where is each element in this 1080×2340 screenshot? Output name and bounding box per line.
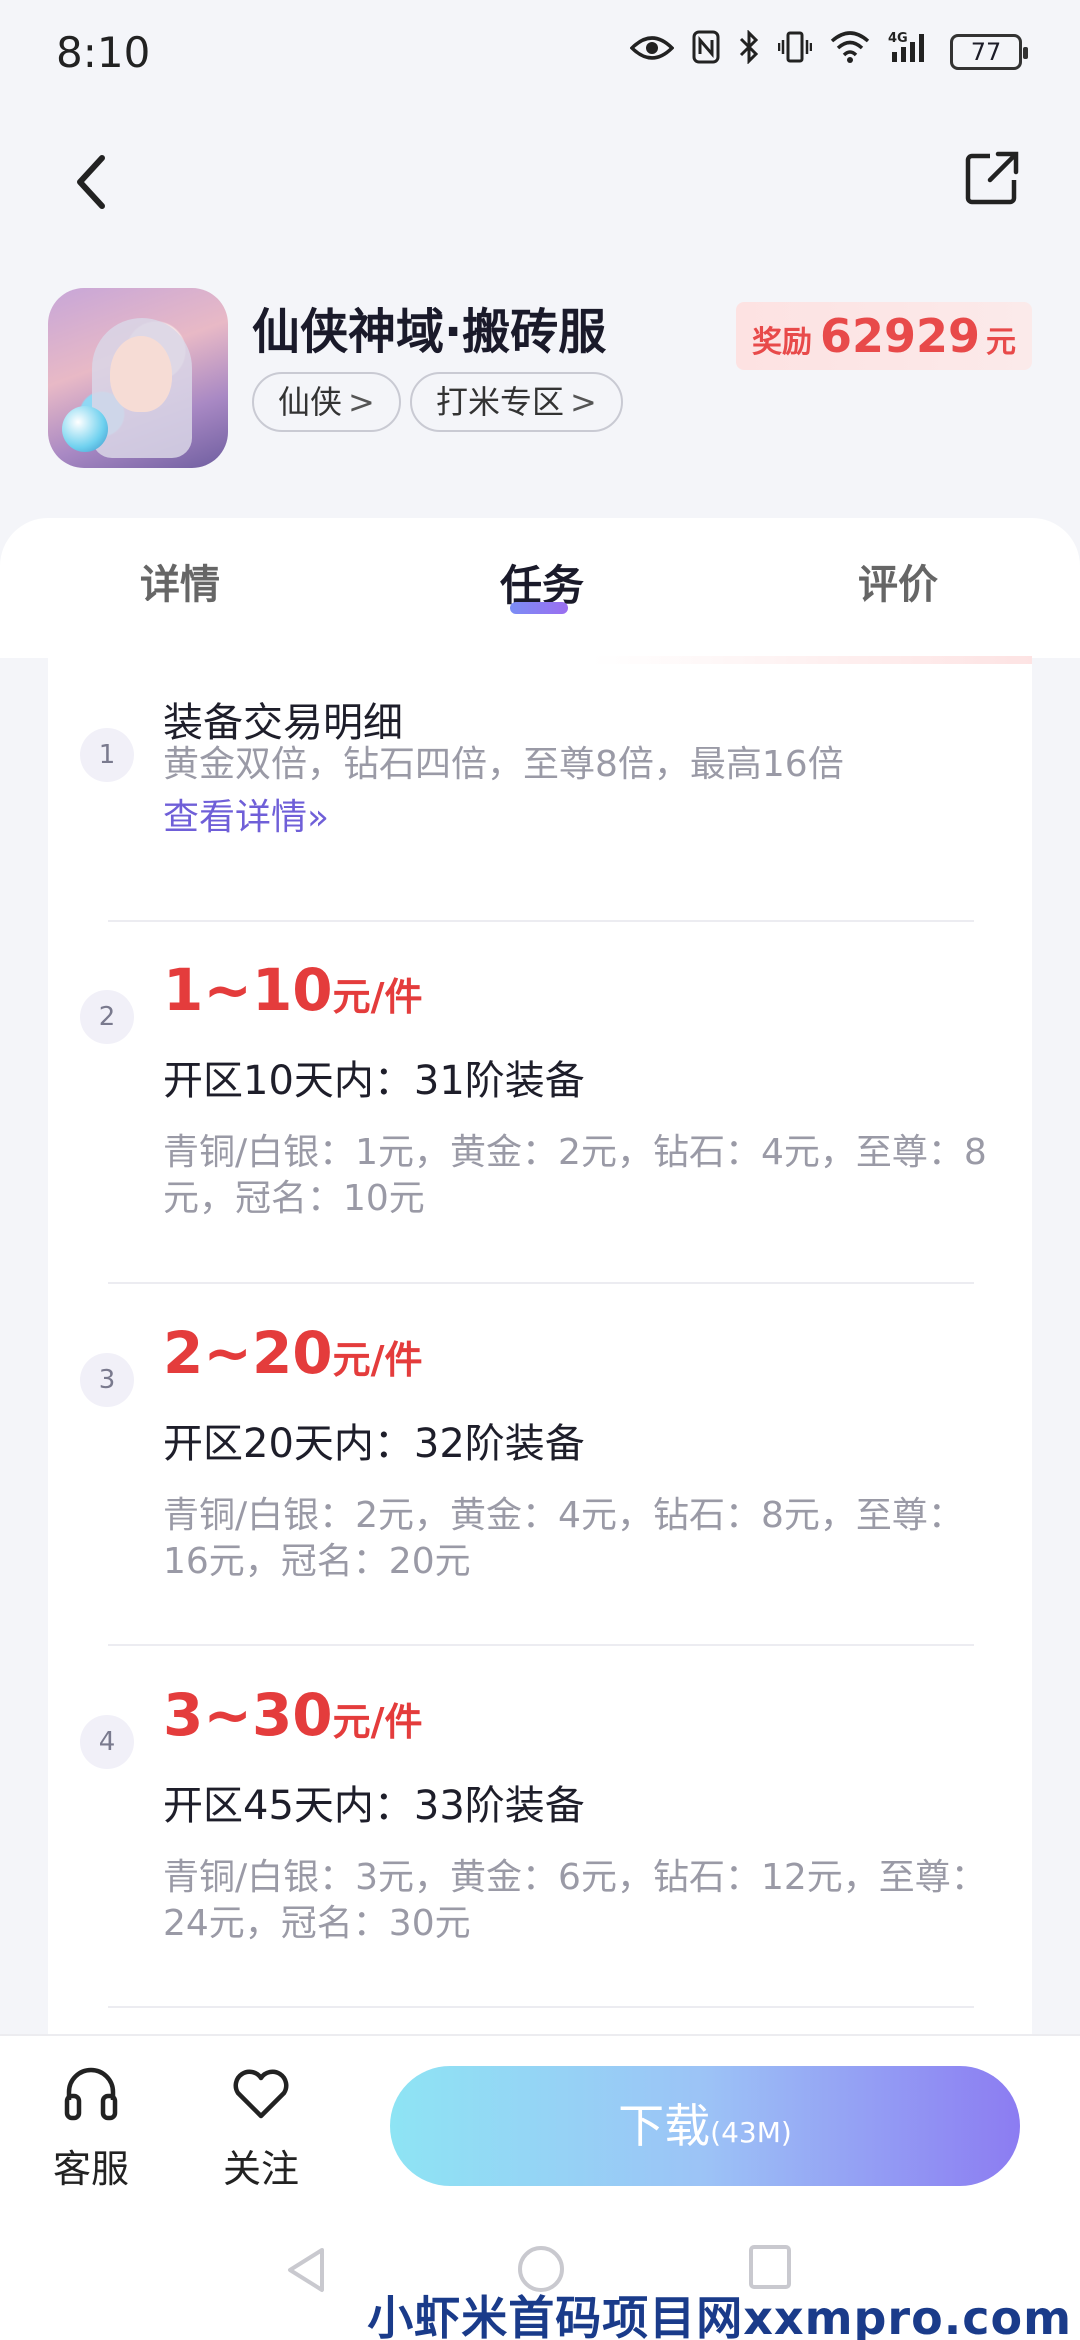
price-unit: 元/件 (332, 975, 423, 1019)
step-number: 4 (80, 1715, 134, 1769)
step-number: 1 (80, 728, 134, 782)
app-title: 仙侠神域·搬砖服 (252, 304, 607, 360)
step-title: 开区10天内：31阶装备 (163, 1058, 585, 1104)
price-range: 2~20 (163, 1319, 333, 1387)
reward-badge: 奖励 62929 元 (735, 302, 1032, 370)
step-desc: 青铜/白银：3元，黄金：6元，钻石：12元，至尊：24元，冠名：30元 (163, 1857, 987, 1944)
divider (108, 2006, 974, 2008)
price-range: 1~10 (163, 956, 333, 1024)
nfc-icon (692, 30, 720, 73)
step-desc: 黄金双倍，钻石四倍，至尊8倍，最高16倍 (163, 744, 844, 785)
tab-bar: 详情 任务 评价 (0, 518, 1080, 658)
nav-back-icon[interactable] (282, 2244, 330, 2296)
app-detail-page: 8:10 4G 77 仙侠神域·搬砖服 仙侠 > 打米专区 > 奖励 62929… (0, 0, 1080, 2340)
customer-service-label: 客服 (52, 2147, 129, 2191)
share-icon[interactable] (964, 150, 1020, 206)
step-title: 开区20天内：32阶装备 (163, 1421, 585, 1467)
status-icons: 4G 77 (629, 29, 1028, 73)
follow-button[interactable]: 关注 (206, 2062, 316, 2193)
step-desc: 青铜/白银：1元，黄金：2元，钻石：4元，至尊：8元，冠名：10元 (163, 1132, 987, 1219)
download-button[interactable]: 下载(43M) (390, 2066, 1020, 2186)
step-price: 1~10元/件 (163, 956, 423, 1024)
reward-label: 奖励 (751, 325, 812, 360)
tab-details[interactable]: 详情 (140, 552, 220, 610)
chevron-right-icon: > (348, 383, 375, 421)
divider (108, 920, 974, 922)
step-desc: 青铜/白银：2元，黄金：4元，钻石：8元，至尊：16元，冠名：20元 (163, 1495, 964, 1582)
back-icon[interactable] (68, 150, 118, 214)
status-time: 8:10 (56, 28, 151, 77)
task-list: 1 装备交易明细 黄金双倍，钻石四倍，至尊8倍，最高16倍 查看详情» 2 1~… (48, 656, 1032, 2036)
download-label: 下载 (618, 2099, 711, 2153)
tab-reviews[interactable]: 评价 (858, 552, 938, 610)
chevron-right-icon: > (570, 383, 597, 421)
step-number: 2 (80, 990, 134, 1044)
divider (108, 1282, 974, 1284)
watermark-text: 小虾米首码项目网xxmpro.com (367, 2291, 1072, 2340)
customer-service-button[interactable]: 客服 (36, 2062, 146, 2193)
price-unit: 元/件 (332, 1700, 423, 1744)
top-accent (592, 656, 1032, 664)
tag-genre[interactable]: 仙侠 > (252, 372, 401, 432)
step-number: 3 (80, 1353, 134, 1407)
active-tab-indicator (510, 602, 568, 614)
status-bar: 8:10 4G 77 (0, 0, 1080, 100)
wifi-icon (830, 31, 870, 72)
vibrate-icon (777, 30, 813, 73)
view-details-link[interactable]: 查看详情» (163, 788, 329, 840)
follow-label: 关注 (222, 2147, 299, 2191)
download-size: (43M) (710, 2116, 792, 2149)
reward-amount: 62929 (819, 309, 980, 363)
svg-text:4G: 4G (888, 31, 908, 46)
price-range: 3~30 (163, 1681, 333, 1749)
eye-icon (629, 32, 675, 72)
step-price: 2~20元/件 (163, 1319, 423, 1387)
heart-icon (229, 2062, 293, 2126)
tag-zone[interactable]: 打米专区 > (410, 372, 623, 432)
tag-genre-label: 仙侠 (278, 383, 343, 421)
step-title: 装备交易明细 (163, 700, 403, 746)
reward-unit: 元 (986, 325, 1016, 360)
app-icon (48, 288, 228, 468)
headset-icon (59, 2062, 123, 2126)
divider (108, 1644, 974, 1646)
step-title: 开区45天内：33阶装备 (163, 1783, 585, 1829)
step-price: 3~30元/件 (163, 1681, 423, 1749)
tag-zone-label: 打米专区 (436, 383, 565, 421)
bluetooth-icon (738, 29, 760, 73)
price-unit: 元/件 (332, 1338, 423, 1382)
battery-indicator: 77 (950, 33, 1028, 70)
cellular-signal-icon: 4G (888, 30, 932, 73)
